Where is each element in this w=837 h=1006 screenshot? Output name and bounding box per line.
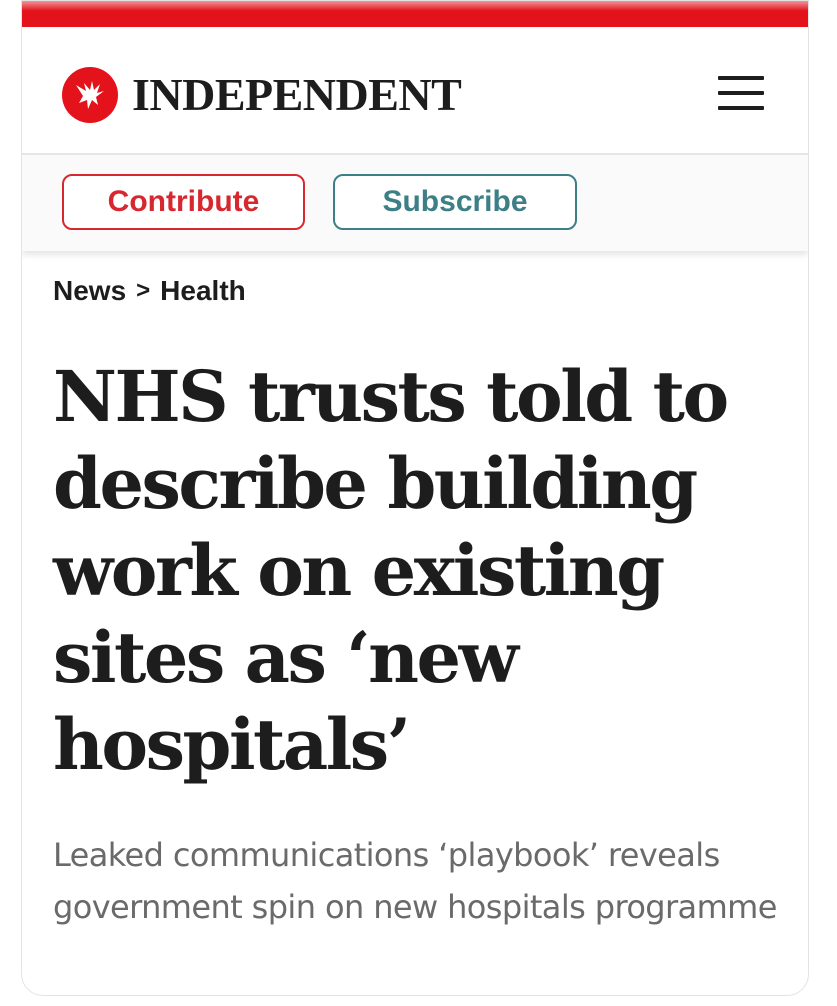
- breadcrumb-item-health[interactable]: Health: [160, 275, 246, 307]
- eagle-icon: [62, 67, 118, 123]
- action-bar: Contribute Subscribe: [22, 155, 808, 251]
- breadcrumb-item-news[interactable]: News: [53, 275, 126, 307]
- article-card: INDEPENDENT Contribute Subscribe News > …: [21, 0, 809, 996]
- brand-name: INDEPENDENT: [132, 69, 462, 120]
- subscribe-button[interactable]: Subscribe: [333, 174, 577, 230]
- status-bar: [22, 1, 808, 11]
- eagle-icon-svg: [76, 81, 104, 109]
- site-logo[interactable]: INDEPENDENT: [62, 67, 462, 123]
- menu-line: [718, 76, 764, 80]
- article-headline: NHS trusts told to describe building wor…: [53, 355, 729, 786]
- breadcrumb-separator: >: [136, 277, 151, 304]
- top-brand-strip: [22, 1, 808, 27]
- contribute-button[interactable]: Contribute: [62, 174, 305, 230]
- article-standfirst: Leaked communications ‘playbook’ reveals…: [53, 836, 777, 926]
- hamburger-menu-icon[interactable]: [718, 76, 764, 110]
- menu-line: [718, 91, 764, 95]
- breadcrumb: News > Health: [53, 275, 246, 307]
- menu-line: [718, 106, 764, 110]
- site-header: INDEPENDENT: [22, 27, 808, 155]
